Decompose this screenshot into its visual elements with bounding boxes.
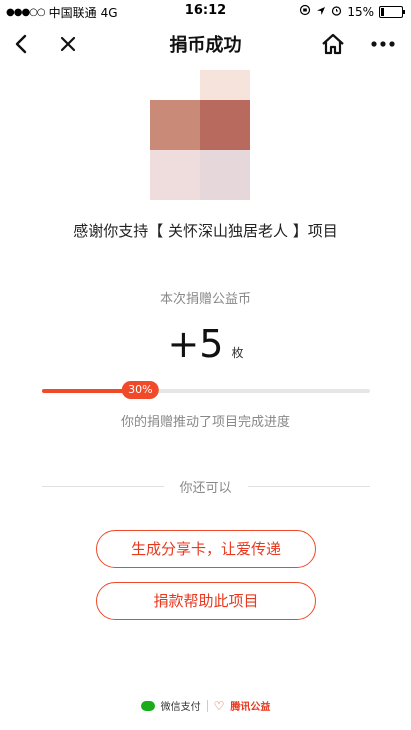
footer-branding: 微信支付 ♡ 腾讯公益	[0, 698, 411, 713]
divider-right	[248, 486, 370, 487]
more-icon	[371, 41, 395, 47]
alarm-icon	[331, 5, 342, 19]
progress-bar: 30%	[42, 381, 370, 399]
donation-amount-unit: 枚	[231, 346, 244, 360]
nav-bar: 捐币成功	[0, 22, 411, 64]
donation-label: 本次捐赠公益币	[159, 292, 251, 307]
footer-separator	[206, 699, 208, 712]
more-button[interactable]	[369, 30, 397, 58]
status-right: 15%	[299, 4, 405, 19]
avatar-cell	[200, 150, 250, 200]
avatar-cell	[200, 100, 250, 150]
avatar-cell	[150, 70, 200, 100]
location-icon	[316, 5, 326, 19]
home-icon	[322, 33, 344, 55]
donate-button[interactable]: 捐款帮助此项目	[96, 582, 316, 620]
progress-badge: 30%	[122, 381, 159, 399]
avatar-cell	[150, 150, 200, 200]
progress-caption: 你的捐赠推动了项目完成进度	[120, 415, 290, 430]
lock-rotation-icon	[299, 4, 311, 19]
project-avatar	[150, 70, 250, 200]
tencent-charity-icon: ♡	[213, 698, 225, 713]
battery-icon	[379, 5, 405, 18]
donation-amount-value: +5	[167, 322, 224, 366]
wechat-pay-icon	[140, 700, 155, 711]
battery-fill	[381, 7, 384, 16]
status-bar: ●●●○○ 中国联通 4G 16:12 15%	[0, 0, 411, 22]
wechat-pay-label: 微信支付	[160, 702, 201, 713]
page-title: 捐币成功	[169, 35, 242, 56]
thanks-message: 感谢你支持【 关怀深山独居老人 】项目	[73, 222, 338, 240]
avatar-cell	[200, 70, 250, 100]
donation-amount: +5 枚	[0, 322, 411, 366]
battery-percent: 15%	[347, 4, 374, 19]
tencent-charity-label: 腾讯公益	[230, 702, 271, 713]
share-card-button[interactable]: 生成分享卡，让爱传递	[96, 530, 316, 568]
home-button[interactable]	[319, 30, 347, 58]
avatar-cell	[150, 100, 200, 150]
